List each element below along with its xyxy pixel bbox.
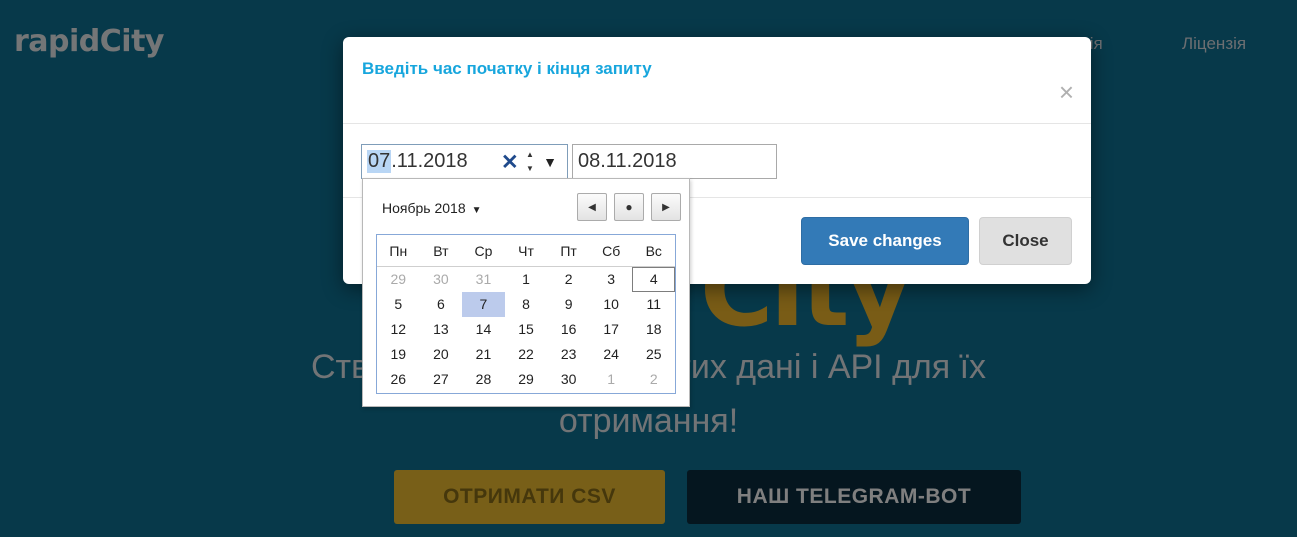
calendar-day[interactable]: 30	[420, 267, 463, 292]
calendar-day[interactable]: 31	[462, 267, 505, 292]
calendar-day[interactable]: 21	[462, 342, 505, 367]
calendar-days: 29 30 31 1 2 3 4 5 6 7 8 9 10 11 12 13 14 15 16 17 18 19 20 21 2…	[377, 267, 676, 392]
calendar-day[interactable]: 6	[420, 292, 463, 317]
spin-up-icon[interactable]: ▲	[526, 150, 534, 159]
calendar-day[interactable]: 16	[547, 317, 590, 342]
calendar-day[interactable]: 8	[505, 292, 548, 317]
close-button[interactable]: Close	[979, 217, 1072, 265]
chevron-left-icon: ◀	[588, 201, 596, 213]
dot-icon: ●	[625, 200, 633, 214]
calendar-day[interactable]: 20	[420, 342, 463, 367]
calendar-day[interactable]: 24	[590, 342, 633, 367]
caret-down-icon[interactable]: ▼	[472, 205, 482, 216]
prev-month-button[interactable]: ◀	[577, 193, 607, 221]
calendar-day[interactable]: 12	[377, 317, 420, 342]
spin-down-icon[interactable]: ▼	[526, 164, 534, 173]
weekday-label: Пн	[389, 243, 408, 259]
calendar-nav: ◀ ● ▶	[577, 193, 681, 221]
month-selector[interactable]: Ноябрь 2018 ▼	[382, 200, 482, 216]
calendar-day[interactable]: 11	[632, 292, 675, 317]
clear-icon[interactable]: ✕	[501, 150, 519, 175]
today-button[interactable]: ●	[614, 193, 644, 221]
calendar-day[interactable]: 9	[547, 292, 590, 317]
calendar-day[interactable]: 23	[547, 342, 590, 367]
calendar-popup: Ноябрь 2018 ▼ ◀ ● ▶ Пн Вт Ср Чт Пт Сб Вс 29 30 31…	[362, 178, 690, 407]
calendar-day[interactable]: 30	[547, 367, 590, 392]
weekday-label: Пт	[560, 243, 577, 259]
save-changes-button[interactable]: Save changes	[801, 217, 969, 265]
calendar-day[interactable]: 25	[632, 342, 675, 367]
calendar-day[interactable]: 27	[420, 367, 463, 392]
calendar-week-row: 5 6 7 8 9 10 11	[377, 292, 675, 317]
calendar-day[interactable]: 18	[632, 317, 675, 342]
end-date-input[interactable]: 08.11.2018	[572, 144, 777, 179]
calendar-day[interactable]: 4	[632, 267, 676, 292]
calendar-day[interactable]: 7	[462, 292, 505, 317]
weekday-header: Пн Вт Ср Чт Пт Сб Вс	[377, 235, 675, 267]
calendar-day[interactable]: 28	[462, 367, 505, 392]
weekday-label: Сб	[602, 243, 621, 259]
weekday-label: Ср	[474, 243, 493, 259]
calendar-day[interactable]: 1	[505, 267, 548, 292]
calendar-day[interactable]: 29	[377, 267, 420, 292]
calendar-day[interactable]: 13	[420, 317, 463, 342]
modal-title: Введіть час початку і кінця запиту	[362, 59, 652, 78]
calendar-day[interactable]: 14	[462, 317, 505, 342]
dropdown-arrow-icon[interactable]: ▼	[536, 147, 564, 177]
calendar-day[interactable]: 10	[590, 292, 633, 317]
month-label[interactable]: Ноябрь 2018	[382, 200, 466, 216]
calendar-week-row: 29 30 31 1 2 3 4	[377, 267, 676, 292]
calendar-day[interactable]: 19	[377, 342, 420, 367]
calendar-day[interactable]: 29	[505, 367, 548, 392]
calendar-day[interactable]: 2	[632, 367, 675, 392]
weekday-label: Чт	[518, 243, 534, 259]
close-icon[interactable]: ×	[1059, 79, 1074, 105]
start-date-day-segment[interactable]: 07	[367, 150, 392, 173]
next-month-button[interactable]: ▶	[651, 193, 681, 221]
weekday-label: Вс	[645, 243, 662, 259]
chevron-right-icon: ▶	[662, 201, 670, 213]
calendar-day[interactable]: 22	[505, 342, 548, 367]
calendar-day[interactable]: 26	[377, 367, 420, 392]
calendar-week-row: 19 20 21 22 23 24 25	[377, 342, 675, 367]
spinner-icon[interactable]: ▲ ▼	[524, 148, 536, 175]
calendar-day[interactable]: 15	[505, 317, 548, 342]
start-date-input[interactable]: 07.11.2018 ✕ ▲ ▼ ▼	[361, 144, 568, 179]
calendar-day[interactable]: 2	[547, 267, 590, 292]
calendar-week-row: 12 13 14 15 16 17 18	[377, 317, 675, 342]
calendar-grid: Пн Вт Ср Чт Пт Сб Вс 29 30 31 1 2 3 4 5 6 7 8 9 10 11 12 13 14…	[376, 234, 676, 394]
start-date-rest[interactable]: .11.2018	[391, 150, 467, 173]
calendar-day[interactable]: 1	[590, 367, 633, 392]
calendar-day[interactable]: 3	[590, 267, 633, 292]
calendar-week-row: 26 27 28 29 30 1 2	[377, 367, 675, 392]
calendar-day[interactable]: 5	[377, 292, 420, 317]
modal-header: Введіть час початку і кінця запиту ×	[343, 37, 1091, 124]
weekday-label: Вт	[433, 243, 449, 259]
calendar-day[interactable]: 17	[590, 317, 633, 342]
